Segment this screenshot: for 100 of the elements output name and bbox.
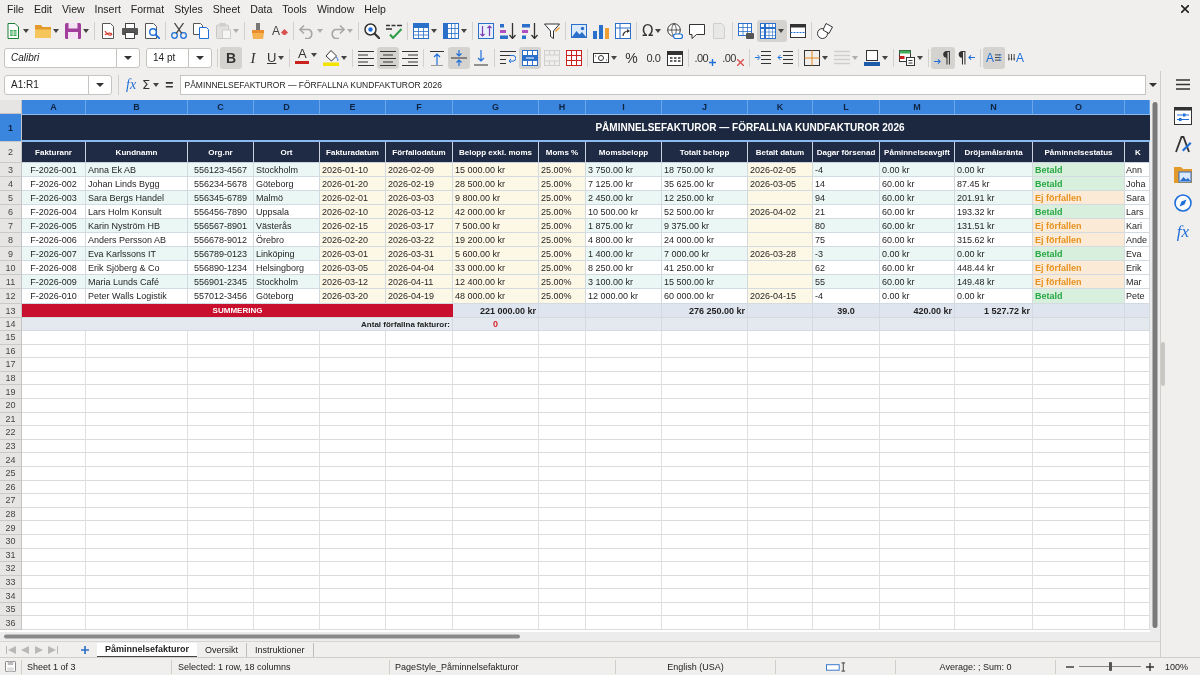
row-header[interactable]: 22 — [0, 426, 22, 440]
cut-button[interactable] — [168, 20, 190, 42]
menu-item[interactable]: File — [2, 0, 29, 18]
merge-center-button[interactable] — [519, 46, 542, 69]
freeze-button[interactable] — [757, 20, 788, 42]
language-text[interactable]: English (USA) — [667, 661, 724, 672]
name-box[interactable]: A1:R1 — [4, 74, 112, 95]
row-header[interactable]: 9 — [0, 247, 22, 261]
menu-item[interactable]: Styles — [169, 0, 208, 18]
row-header[interactable]: 13 — [0, 304, 22, 318]
center-vertically-button[interactable] — [448, 46, 471, 69]
row-header[interactable]: 2 — [0, 142, 22, 163]
column-header[interactable]: L — [813, 100, 880, 114]
row-header[interactable]: 24 — [0, 453, 22, 467]
pivot-table-button[interactable] — [612, 20, 634, 42]
sheet-tab[interactable]: Oversikt — [197, 642, 248, 658]
column-header[interactable]: J — [662, 100, 748, 114]
left-to-right-button[interactable]: ¶ — [931, 46, 955, 69]
copy-button[interactable] — [190, 20, 212, 42]
right-to-left-button[interactable]: ¶ — [954, 46, 979, 69]
delete-decimal-button[interactable]: .00 — [719, 46, 747, 69]
underline-button[interactable]: U — [264, 46, 288, 69]
column-header[interactable]: M — [880, 100, 955, 114]
italic-button[interactable]: I — [242, 46, 264, 69]
zoom-slider-thumb[interactable] — [1109, 662, 1112, 671]
row-header[interactable]: 19 — [0, 385, 22, 399]
functions-button[interactable]: fx — [1170, 220, 1196, 244]
sheet-tab[interactable]: Påminnelsefakturor — [97, 642, 198, 658]
add-sheet-button[interactable] — [81, 646, 89, 654]
sort-button[interactable] — [475, 20, 497, 42]
number-format-button[interactable]: 0.0 — [642, 46, 665, 69]
bold-button[interactable]: B — [220, 46, 242, 69]
row-header[interactable]: 10 — [0, 261, 22, 275]
menu-item[interactable]: Help — [359, 0, 391, 18]
menu-item[interactable]: Sheet — [207, 0, 246, 18]
vertical-text-button[interactable]: A — [1005, 46, 1028, 69]
menu-item[interactable]: Edit — [28, 0, 57, 18]
sidebar-collapse-handle[interactable] — [1161, 342, 1165, 386]
column-header[interactable]: K — [748, 100, 813, 114]
row-header[interactable]: 36 — [0, 616, 22, 631]
autofilter-button[interactable] — [541, 20, 563, 42]
function-wizard-button[interactable]: fx — [123, 74, 140, 95]
sort-ascending-button[interactable] — [497, 20, 519, 42]
special-character-button[interactable]: Ω — [639, 20, 665, 42]
sum-button[interactable]: Σ — [139, 74, 163, 95]
column-header[interactable]: H — [539, 100, 586, 114]
add-decimal-button[interactable]: .00 — [691, 46, 720, 69]
row-header[interactable]: 11 — [0, 275, 22, 289]
menu-item[interactable]: Format — [125, 0, 170, 18]
font-name-combobox[interactable]: Calibri — [4, 47, 140, 68]
zoom-in-button[interactable] — [1144, 662, 1156, 671]
menu-item[interactable]: Tools — [277, 0, 312, 18]
close-document-button[interactable] — [1179, 3, 1191, 15]
formula-button[interactable]: = — [162, 74, 177, 95]
percent-format-button[interactable]: % — [620, 46, 643, 69]
column-header[interactable]: F — [386, 100, 453, 114]
row-header[interactable]: 27 — [0, 494, 22, 508]
menu-item[interactable]: View — [57, 0, 90, 18]
column-header[interactable]: O — [1033, 100, 1125, 114]
find-replace-button[interactable] — [361, 20, 383, 42]
column-button[interactable] — [440, 20, 470, 42]
table-cell: 2026-03-17 — [386, 219, 453, 233]
align-center-button[interactable] — [377, 46, 400, 69]
column-header[interactable]: E — [320, 100, 386, 114]
menu-item[interactable]: Data — [245, 0, 278, 18]
sort-descending-button[interactable] — [519, 20, 541, 42]
column-header[interactable]: D — [254, 100, 320, 114]
zoom-out-button[interactable] — [1064, 665, 1076, 668]
selection-mode-icon[interactable] — [825, 661, 846, 672]
row-header[interactable]: 34 — [0, 589, 22, 603]
row-header[interactable]: 5 — [0, 191, 22, 205]
print-button[interactable] — [119, 20, 141, 42]
row-header[interactable]: 4 — [0, 177, 22, 191]
row-header[interactable]: 12 — [0, 289, 22, 304]
formula-input[interactable]: PÅMINNELSEFAKTUROR — FÖRFALLNA KUNDFAKTUROR 2026 — [179, 74, 1146, 95]
column-header[interactable]: B — [86, 100, 188, 114]
menu-item[interactable]: Window — [311, 0, 360, 18]
menu-item[interactable]: Insert — [89, 0, 126, 18]
row-header[interactable]: 15 — [0, 331, 22, 345]
row-header[interactable]: 8 — [0, 233, 22, 247]
column-header[interactable]: I — [586, 100, 662, 114]
row-header[interactable]: 14 — [0, 318, 22, 331]
column-header[interactable]: G — [453, 100, 539, 114]
clear-formatting-button[interactable]: A — [269, 20, 291, 42]
row-button[interactable] — [410, 20, 440, 42]
column-header[interactable]: C — [188, 100, 254, 114]
column-header[interactable]: A — [22, 100, 86, 114]
row-header[interactable]: 6 — [0, 205, 22, 219]
column-header[interactable]: N — [955, 100, 1033, 114]
row-header[interactable]: 7 — [0, 219, 22, 233]
row-header[interactable]: 29 — [0, 521, 22, 535]
zoom-percent-text[interactable]: 100% — [1165, 661, 1189, 672]
save-button[interactable] — [62, 20, 92, 42]
row-header[interactable]: 1 — [0, 114, 22, 142]
row-header[interactable]: 32 — [0, 562, 22, 576]
sheet-tab[interactable]: Instruktioner — [247, 642, 314, 658]
font-size-combobox[interactable]: 14 pt — [146, 47, 212, 68]
row-header[interactable]: 17 — [0, 358, 22, 372]
font-color-button[interactable]: A — [292, 46, 321, 69]
row-header[interactable]: 3 — [0, 163, 22, 177]
